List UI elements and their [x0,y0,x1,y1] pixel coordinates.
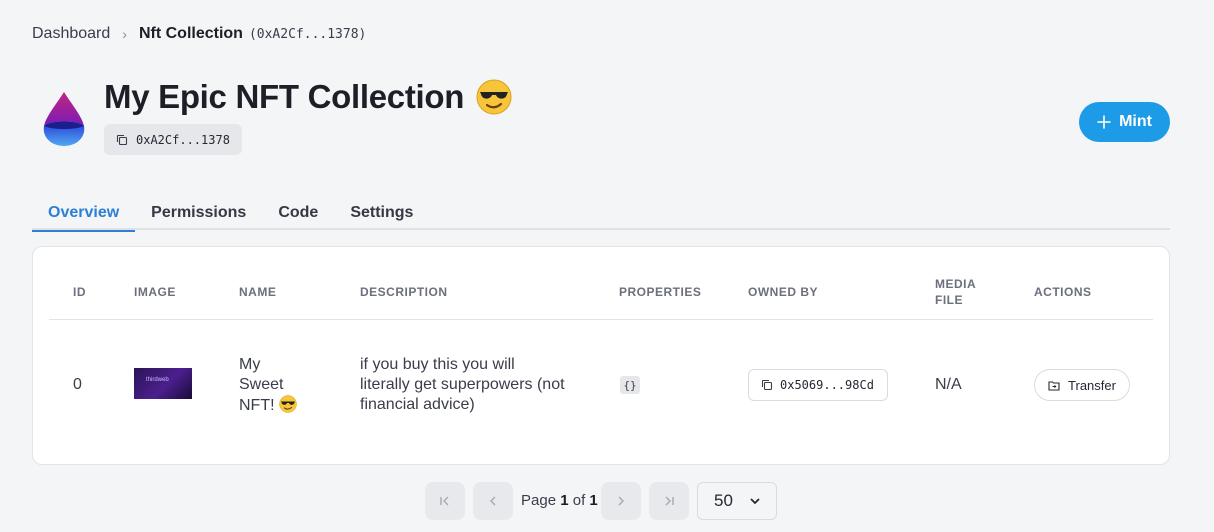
current-page: 1 [560,492,569,509]
mint-button[interactable]: Mint [1079,102,1170,142]
chevron-right-icon [618,496,624,506]
collection-logo-icon [43,92,85,146]
column-header-id: ID [73,285,86,299]
page-prefix: Page [521,492,557,509]
page-size-select[interactable]: 50 [697,482,777,520]
column-header-owned-by: OWNED BY [748,285,818,299]
contract-address-text: 0xA2Cf...1378 [136,132,230,147]
tab-bar: Overview Permissions Code Settings [32,200,1170,232]
nft-table-card: ID IMAGE NAME DESCRIPTION PROPERTIES OWN… [32,246,1170,465]
tab-code[interactable]: Code [262,200,334,230]
transfer-button[interactable]: Transfer [1034,369,1130,401]
contract-address-chip[interactable]: 0xA2Cf...1378 [104,124,242,155]
thumbnail-brand-text: thirdweb [146,377,169,383]
last-page-button[interactable] [649,482,689,520]
first-page-icon [440,496,449,506]
cell-id: 0 [73,376,82,393]
tab-permissions[interactable]: Permissions [135,200,262,230]
owner-address-chip[interactable]: 0x5069...98Cd [748,369,888,401]
properties-badge[interactable]: {} [620,376,640,394]
breadcrumb-dashboard-link[interactable]: Dashboard [32,25,110,43]
cell-description: if you buy this you will literally get s… [360,356,565,413]
folder-icon [1048,380,1060,391]
title-row: My Epic NFT Collection [104,78,512,116]
chevron-down-icon [750,498,760,505]
header-divider [49,319,1153,320]
page-of: of [572,492,586,509]
column-header-name: NAME [239,285,277,299]
mint-label: Mint [1119,113,1152,130]
tab-overview[interactable]: Overview [32,200,136,232]
page-title: My Epic NFT Collection [104,78,465,115]
column-header-image: IMAGE [134,285,176,299]
breadcrumb: Dashboard › Nft Collection (0xA2Cf...137… [32,25,366,43]
column-header-media-file: MEDIA FILE [935,277,976,307]
nft-name-text: My Sweet NFT! [239,356,284,414]
copy-icon [116,134,128,145]
chevron-left-icon [490,496,496,506]
page-indicator: Page 1 of 1 [521,492,598,509]
nft-thumbnail[interactable]: thirdweb [134,368,192,399]
total-pages: 1 [589,492,598,509]
sunglasses-emoji-icon [476,79,512,115]
transfer-label: Transfer [1068,377,1116,393]
plus-icon [1097,115,1111,129]
page-size-value: 50 [714,491,733,510]
cell-media-file: N/A [935,376,962,393]
column-header-description: DESCRIPTION [360,285,448,299]
cell-name: My Sweet NFT! [239,355,309,416]
last-page-icon [665,496,674,506]
column-header-actions: ACTIONS [1034,285,1092,299]
first-page-button[interactable] [425,482,465,520]
breadcrumb-address: (0xA2Cf...1378) [248,26,367,42]
tab-settings[interactable]: Settings [334,200,429,230]
owner-address-text: 0x5069...98Cd [780,378,874,392]
previous-page-button[interactable] [473,482,513,520]
breadcrumb-separator-icon: › [122,26,127,42]
column-header-properties: PROPERTIES [619,285,702,299]
sunglasses-emoji-icon [279,395,297,413]
breadcrumb-current: Nft Collection [138,25,243,42]
copy-icon [761,379,773,391]
next-page-button[interactable] [601,482,641,520]
